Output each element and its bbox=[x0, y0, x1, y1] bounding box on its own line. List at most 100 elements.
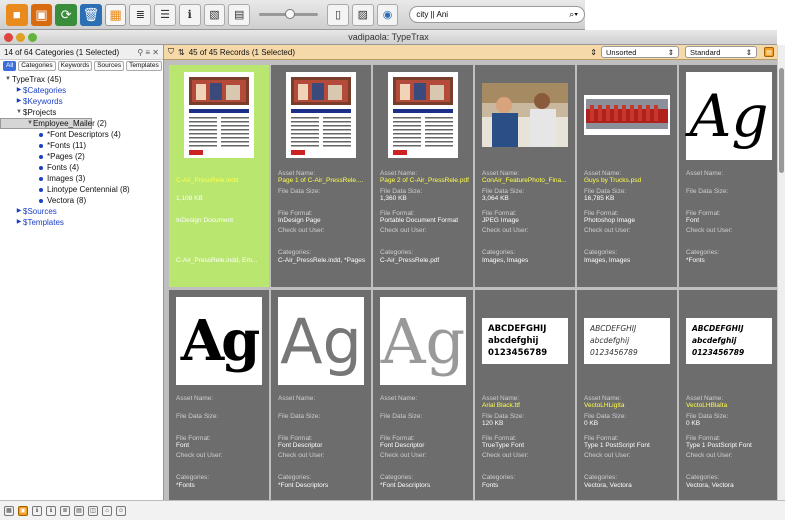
tree-item[interactable]: ▼ $Projects bbox=[0, 107, 163, 118]
panel-icon[interactable]: ▦ bbox=[4, 505, 14, 516]
image-icon[interactable]: ▨ bbox=[351, 3, 374, 26]
asset-thumbnail[interactable] bbox=[482, 72, 568, 160]
info-alt-icon[interactable]: ℹ bbox=[46, 505, 56, 516]
field-value: *Fonts bbox=[176, 481, 195, 489]
sort-direction-icon[interactable]: ⇕ bbox=[590, 48, 597, 57]
asset-card[interactable]: ABCDEFGHIJ abcdefghij 0123456789 Asset Name… bbox=[577, 290, 677, 512]
tree-item[interactable]: Fonts (4) bbox=[0, 162, 163, 173]
tree-item[interactable]: ▶ $Categories bbox=[0, 85, 163, 96]
view-select[interactable]: Standard ⇕ bbox=[685, 46, 757, 58]
asset-card[interactable]: Ag Asset Name: File Data Size: File Forma… bbox=[679, 65, 779, 287]
asset-card[interactable]: ABCDEFGHIJ abcdefghij 0123456789 Asset Name… bbox=[475, 290, 575, 512]
grid-icon[interactable]: ▤ bbox=[74, 505, 84, 516]
thumbnail-icon[interactable]: ▣ bbox=[18, 505, 28, 516]
thumbnail-size-slider[interactable] bbox=[259, 9, 319, 19]
search-icon[interactable]: ⌕▾ bbox=[569, 9, 578, 20]
asset-thumbnail[interactable]: Ag bbox=[380, 297, 466, 385]
bullet-icon bbox=[39, 198, 43, 203]
asset-thumbnail[interactable]: ABCDEFGHIJ abcdefghij 0123456789 bbox=[686, 297, 772, 385]
detail-view-icon[interactable]: ☰ bbox=[154, 3, 176, 26]
slider-knob[interactable] bbox=[285, 9, 296, 19]
asset-thumbnail[interactable] bbox=[176, 72, 262, 160]
field-value: TrueType Font bbox=[482, 442, 525, 450]
field-label: File Format: bbox=[482, 434, 517, 442]
close-icon[interactable] bbox=[4, 33, 13, 42]
sort-order-icon[interactable]: ⇅ bbox=[178, 48, 185, 57]
toggle-panel-icon[interactable]: ▤ bbox=[764, 47, 774, 57]
asset-thumbnail[interactable]: Ag bbox=[686, 72, 772, 160]
inspector-icon[interactable]: ▯ bbox=[327, 3, 349, 26]
tree-item[interactable]: ▼ TypeTrax (45) bbox=[0, 74, 163, 85]
tree-item[interactable]: *Font Descriptors (4) bbox=[0, 129, 163, 140]
thumbnail-view-icon[interactable]: ▦ bbox=[104, 3, 127, 26]
asset-card[interactable]: Asset Name: Guys by Trucks.psd File Data S… bbox=[577, 65, 677, 287]
tab-templates[interactable]: Templates bbox=[126, 61, 162, 71]
import-icon[interactable]: ▣ bbox=[30, 3, 53, 26]
tree-item[interactable]: Linotype Centennial (8) bbox=[0, 184, 163, 195]
asset-thumbnail[interactable] bbox=[380, 72, 466, 160]
info-icon[interactable]: ℹ bbox=[32, 505, 42, 516]
asset-card[interactable]: ABCDEFGHIJ abcdefghij 0123456789 Asset Name… bbox=[679, 290, 779, 512]
search-field[interactable]: ⌕▾ bbox=[409, 6, 586, 23]
tree-item[interactable]: ▼ Employee_Mailer (2) bbox=[0, 118, 107, 129]
field-label: Asset Name: bbox=[686, 170, 724, 177]
tree-item[interactable]: Images (3) bbox=[0, 173, 163, 184]
tree-item[interactable]: ▶ $Templates bbox=[0, 217, 163, 228]
disclosure-down-icon[interactable]: ▼ bbox=[4, 74, 12, 85]
tree-item[interactable]: Vectora (8) bbox=[0, 195, 163, 206]
tree-item-label: *Fonts (11) bbox=[47, 141, 86, 150]
zoom-icon[interactable] bbox=[28, 33, 37, 42]
asset-thumbnail[interactable]: Ag bbox=[278, 297, 364, 385]
tab-categories[interactable]: Categories bbox=[18, 61, 56, 71]
contact-sheet-icon[interactable]: ▤ bbox=[228, 3, 251, 26]
tree-item[interactable]: *Pages (2) bbox=[0, 151, 163, 162]
asset-card[interactable]: Ag Asset Name: File Data Size: File Forma… bbox=[271, 290, 371, 512]
sidebar-actions[interactable]: ⚲ ≡ ✕ bbox=[137, 48, 159, 57]
minimize-icon[interactable] bbox=[16, 33, 25, 42]
disclosure-down-icon[interactable]: ▼ bbox=[15, 107, 23, 118]
tree-item-label: TypeTrax (45) bbox=[12, 75, 62, 84]
disclosure-right-icon[interactable]: ▶ bbox=[15, 217, 23, 228]
tab-all[interactable]: All bbox=[3, 61, 17, 71]
filter-icon[interactable]: ⛉ bbox=[168, 47, 174, 57]
asset-thumbnail[interactable] bbox=[584, 72, 670, 160]
asset-metadata: Asset Name: Guys by Trucks.psd File Data S… bbox=[584, 170, 674, 264]
field-value: Images, Images bbox=[584, 256, 631, 264]
asset-card[interactable]: Asset Name: ConAir_FeaturePhoto_Fina... Fi… bbox=[475, 65, 575, 287]
disclosure-right-icon[interactable]: ▶ bbox=[15, 96, 23, 107]
asset-thumbnail[interactable]: ABCDEFGHIJ abcdefghij 0123456789 bbox=[482, 297, 568, 385]
field-value: *Font Descriptors bbox=[380, 481, 431, 489]
field-label: File Data Size: bbox=[686, 187, 729, 195]
columns-icon[interactable]: ◫ bbox=[88, 505, 98, 516]
alphabet-line: ABCDEFGHIJ bbox=[590, 324, 637, 333]
info-icon[interactable]: ℹ bbox=[178, 3, 201, 26]
disclosure-right-icon[interactable]: ▶ bbox=[15, 206, 23, 217]
list-icon[interactable]: ≣ bbox=[60, 505, 70, 516]
tree-item[interactable]: *Fonts (11) bbox=[0, 140, 163, 151]
vertical-scrollbar[interactable] bbox=[777, 45, 785, 500]
asset-card[interactable]: Ag Asset Name: File Data Size: File Forma… bbox=[169, 290, 269, 512]
search-input[interactable] bbox=[416, 10, 570, 19]
asset-thumbnail[interactable]: ABCDEFGHIJ abcdefghij 0123456789 bbox=[584, 297, 670, 385]
new-catalog-icon[interactable]: ■ bbox=[6, 3, 28, 26]
tab-sources[interactable]: Sources bbox=[94, 61, 125, 71]
asset-card[interactable]: C-Air_PressRele.indd 1,108 KB InDesign D… bbox=[169, 65, 269, 287]
refresh-icon[interactable]: ⟳ bbox=[55, 3, 78, 26]
disclosure-right-icon[interactable]: ▶ bbox=[15, 85, 23, 96]
asset-card[interactable]: Asset Name: Page 1 of C-Air_PressRele....… bbox=[271, 65, 371, 287]
tree-item[interactable]: ▶ $Sources bbox=[0, 206, 163, 217]
asset-thumbnail[interactable] bbox=[278, 72, 364, 160]
asset-card[interactable]: Ag Asset Name: File Data Size: File Forma… bbox=[373, 290, 473, 512]
people-icon[interactable]: ☺ bbox=[116, 505, 126, 516]
sort-select[interactable]: Unsorted ⇕ bbox=[601, 46, 679, 58]
asset-thumbnail[interactable]: Ag bbox=[176, 297, 262, 385]
preview-icon[interactable]: ▧ bbox=[203, 3, 226, 26]
asset-card[interactable]: Asset Name: Page 2 of C-Air_PressRele.pdf… bbox=[373, 65, 473, 287]
trash-icon[interactable]: 🗑 bbox=[80, 3, 102, 26]
list-view-icon[interactable]: ≣ bbox=[129, 3, 152, 26]
scroll-thumb[interactable] bbox=[779, 68, 784, 173]
tab-keywords[interactable]: Keywords bbox=[57, 61, 93, 71]
tree-item[interactable]: ▶ $Keywords bbox=[0, 96, 163, 107]
home-icon[interactable]: ⌂ bbox=[102, 505, 112, 516]
sync-icon[interactable]: ◉ bbox=[376, 3, 399, 26]
